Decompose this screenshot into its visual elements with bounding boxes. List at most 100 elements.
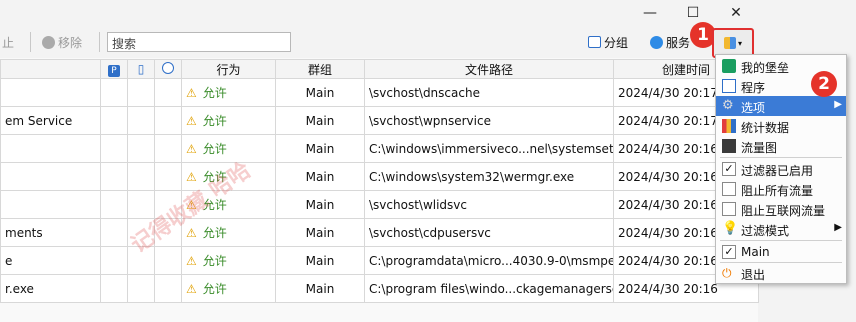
menu-item-options[interactable]: ⚙ 选项 ▶ xyxy=(716,96,846,116)
minimize-button[interactable]: — xyxy=(628,0,672,26)
cell-path: C:\windows\system32\wermgr.exe xyxy=(364,162,614,191)
submenu-arrow-icon: ▶ xyxy=(834,222,842,233)
toolbar: 止 移除 搜索 分组 服务 xyxy=(0,26,758,58)
menu-item-main-profile[interactable]: ✓ Main xyxy=(716,242,846,262)
annotation-badge-2: 2 xyxy=(811,71,837,97)
checkbox xyxy=(722,182,736,196)
cell-group: Main xyxy=(275,246,365,275)
submenu-arrow-icon: ▶ xyxy=(834,99,842,110)
col-header-p[interactable]: P xyxy=(100,59,128,79)
col-header-group[interactable]: 群组 xyxy=(275,59,365,79)
search-input[interactable]: 搜索 xyxy=(107,32,291,52)
cell-action: ⚠ 允许 xyxy=(181,274,276,303)
table-row[interactable]: e ⚠ 允许 Main C:\programdata\micro...4030.9-0\… xyxy=(0,246,759,275)
cell-path: C:\programdata\micro...4030.9-0\msmpeng.… xyxy=(364,246,614,275)
menu-item-filter-mode[interactable]: 💡 过滤模式 ▶ xyxy=(716,219,846,239)
connections-table: P ▯ 行为 群组 文件路径 创建时间 ⚠ 允许 Main \svchost\dnsc… xyxy=(0,59,759,303)
gear-icon: ⚙ xyxy=(722,98,734,113)
service-label: 服务 xyxy=(666,35,691,50)
remove-label: 移除 xyxy=(58,35,83,50)
cell-group: Main xyxy=(275,218,365,247)
cell-path: \svchost\wlidsvc xyxy=(364,190,614,219)
warning-icon: ⚠ xyxy=(186,226,197,240)
cell-group: Main xyxy=(275,190,365,219)
cell-action: ⚠ 允许 xyxy=(181,78,276,107)
cell-group: Main xyxy=(275,78,365,107)
group-label: 分组 xyxy=(604,35,629,50)
p-icon: P xyxy=(108,64,120,77)
cell-path: \svchost\wpnservice xyxy=(364,106,614,135)
table-row[interactable]: ⚠ 允许 Main C:\windows\immersiveco...nel\syst… xyxy=(0,134,759,163)
table-row[interactable]: r.exe ⚠ 允许 Main C:\program files\windo...cka… xyxy=(0,274,759,303)
cell-group: Main xyxy=(275,162,365,191)
maximize-button[interactable]: ☐ xyxy=(671,0,715,26)
warning-icon: ⚠ xyxy=(186,86,197,100)
close-button[interactable]: ✕ xyxy=(714,0,758,26)
toolbar-separator xyxy=(99,32,100,52)
cell-name xyxy=(0,134,101,163)
cell-action: ⚠ 允许 xyxy=(181,218,276,247)
menu-item-traffic-graph[interactable]: 流量图 xyxy=(716,136,846,156)
document-icon: ▯ xyxy=(137,62,145,76)
table-row[interactable]: em Service ⚠ 允许 Main \svchost\wpnservice 2024… xyxy=(0,106,759,135)
cell-group: Main xyxy=(275,106,365,135)
graph-icon xyxy=(722,139,736,153)
table-row[interactable]: ⚠ 允许 Main \svchost\dnscache 2024/4/30 20:17 xyxy=(0,78,759,107)
table-row[interactable]: ⚠ 允许 Main C:\windows\system32\wermgr.exe 202… xyxy=(0,162,759,191)
service-button[interactable]: 服务 xyxy=(650,32,690,52)
col-header-doc[interactable]: ▯ xyxy=(127,59,155,79)
checkbox xyxy=(722,202,736,216)
col-header-clock[interactable] xyxy=(154,59,182,79)
checkbox: ✓ xyxy=(722,162,736,176)
remove-button[interactable]: 移除 xyxy=(42,32,82,52)
cell-action: ⚠ 允许 xyxy=(181,106,276,135)
app-window: — ☐ ✕ 止 移除 搜索 分组 服务 P ▯ 行为 群组 文件路径 创建时间 … xyxy=(0,0,759,322)
col-header-action[interactable]: 行为 xyxy=(181,59,276,79)
search-placeholder: 搜索 xyxy=(112,37,137,51)
cell-name: e xyxy=(0,246,101,275)
menu-separator xyxy=(720,157,842,158)
chevron-down-icon: ▾ xyxy=(737,38,742,48)
col-header-name[interactable] xyxy=(0,59,101,79)
cell-name: ments xyxy=(0,218,101,247)
stop-button-label[interactable]: 止 xyxy=(2,34,14,51)
cell-name: r.exe xyxy=(0,274,101,303)
window-icon xyxy=(722,79,736,93)
cell-path: C:\windows\immersiveco...nel\systemsetti… xyxy=(364,134,614,163)
cell-name xyxy=(0,190,101,219)
lightbulb-icon: 💡 xyxy=(722,221,739,236)
bar-chart-icon xyxy=(722,119,736,133)
menu-item-block-internet[interactable]: 阻止互联网流量 xyxy=(716,199,846,219)
cell-group: Main xyxy=(275,134,365,163)
cell-name: em Service xyxy=(0,106,101,135)
service-icon xyxy=(650,35,663,49)
cell-path: \svchost\dnscache xyxy=(364,78,614,107)
menu-item-statistics[interactable]: 统计数据 xyxy=(716,116,846,136)
title-bar: — ☐ ✕ xyxy=(0,0,758,26)
table-header-row: P ▯ 行为 群组 文件路径 创建时间 xyxy=(0,59,759,79)
power-icon: ⏻ xyxy=(722,266,732,280)
menu-grid-icon xyxy=(723,37,736,49)
menu-separator xyxy=(720,240,842,241)
table-row[interactable]: ⚠ 允许 Main \svchost\wlidsvc 2024/4/30 20:16 xyxy=(0,190,759,219)
group-icon xyxy=(588,36,601,48)
cell-path: \svchost\cdpusersvc xyxy=(364,218,614,247)
menu-item-block-all[interactable]: 阻止所有流量 xyxy=(716,179,846,199)
toolbar-separator xyxy=(30,32,31,52)
cell-group: Main xyxy=(275,274,365,303)
menu-item-exit[interactable]: ⏻ 退出 xyxy=(716,263,846,283)
col-header-path[interactable]: 文件路径 xyxy=(364,59,614,79)
menu-item-filter-enabled[interactable]: ✓ 过滤器已启用 xyxy=(716,159,846,179)
cell-path: C:\program files\windo...ckagemanagerser… xyxy=(364,274,614,303)
warning-icon: ⚠ xyxy=(186,114,197,128)
warning-icon: ⚠ xyxy=(186,142,197,156)
table-row[interactable]: ments ⚠ 允许 Main \svchost\cdpusersvc 2024/4/30… xyxy=(0,218,759,247)
checkbox: ✓ xyxy=(722,245,736,259)
group-button[interactable]: 分组 xyxy=(588,32,628,52)
warning-icon: ⚠ xyxy=(186,282,197,296)
cell-action: ⚠ 允许 xyxy=(181,246,276,275)
cell-name xyxy=(0,162,101,191)
clock-icon xyxy=(162,61,174,74)
cell-name xyxy=(0,78,101,107)
warning-icon: ⚠ xyxy=(186,254,197,268)
